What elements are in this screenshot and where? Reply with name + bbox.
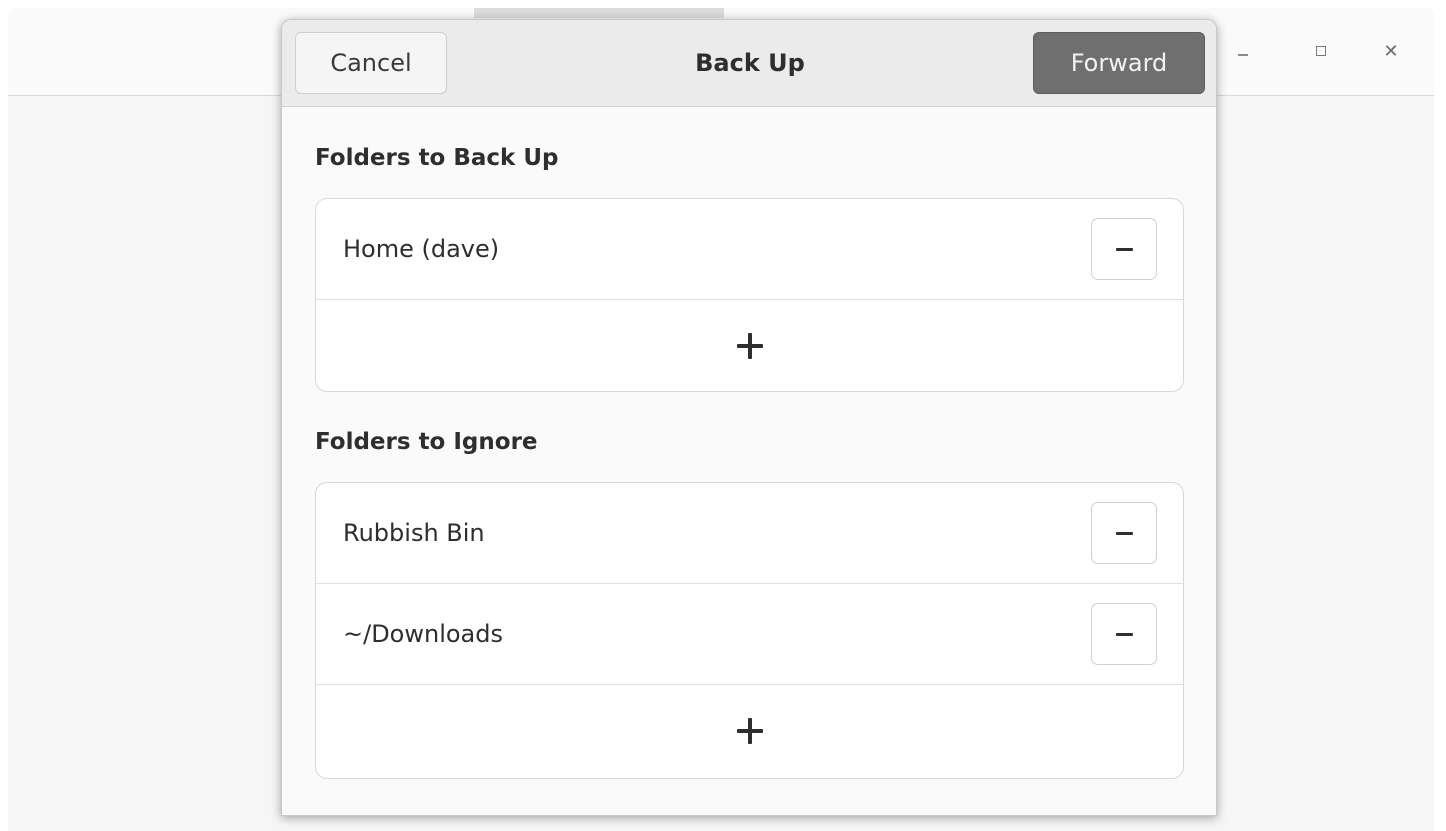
minus-icon <box>1115 247 1133 251</box>
ignore-folder-list: Rubbish Bin ~/Downloads <box>315 482 1184 779</box>
backup-folder-list: Home (dave) <box>315 198 1184 392</box>
list-item: Home (dave) <box>316 199 1183 300</box>
backup-dialog: Cancel Back Up Forward Folders to Back U… <box>281 19 1217 816</box>
dialog-title: Back Up <box>695 49 805 77</box>
plus-icon <box>736 718 763 744</box>
forward-button[interactable]: Forward <box>1033 32 1205 94</box>
minimize-icon[interactable] <box>1228 36 1258 66</box>
plus-icon <box>736 333 763 359</box>
cancel-button[interactable]: Cancel <box>295 32 447 94</box>
dialog-header: Cancel Back Up Forward <box>282 20 1216 107</box>
remove-folder-button[interactable] <box>1091 218 1157 280</box>
folder-label: Home (dave) <box>343 235 500 263</box>
section-title-backup: Folders to Back Up <box>315 145 559 171</box>
remove-folder-button[interactable] <box>1091 502 1157 564</box>
list-item: Rubbish Bin <box>316 483 1183 584</box>
folder-label: ~/Downloads <box>343 620 503 648</box>
minus-icon <box>1115 531 1133 535</box>
add-ignore-folder-button[interactable] <box>316 685 1183 777</box>
remove-folder-button[interactable] <box>1091 603 1157 665</box>
maximize-icon[interactable] <box>1306 36 1336 66</box>
minus-icon <box>1115 632 1133 636</box>
screen: ✕ Cancel Back Up Forward Folders to Back… <box>0 0 1446 831</box>
close-icon[interactable]: ✕ <box>1376 36 1406 66</box>
folder-label: Rubbish Bin <box>343 519 485 547</box>
list-item: ~/Downloads <box>316 584 1183 685</box>
add-backup-folder-button[interactable] <box>316 300 1183 391</box>
parent-header-tab-strip <box>474 8 724 18</box>
section-title-ignore: Folders to Ignore <box>315 429 538 455</box>
